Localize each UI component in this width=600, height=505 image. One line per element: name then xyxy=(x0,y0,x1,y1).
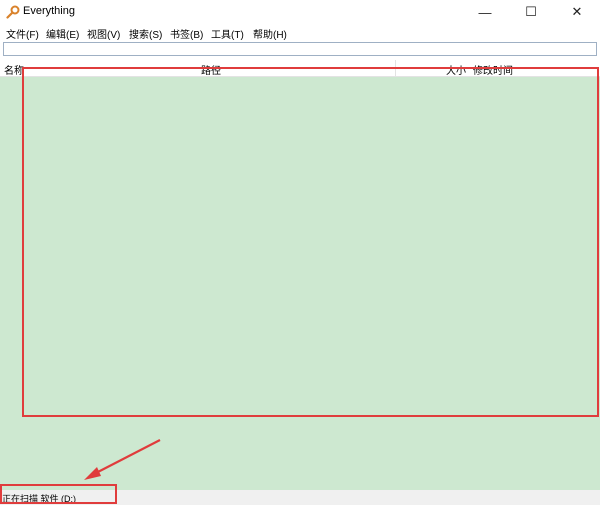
close-icon: ✕ xyxy=(571,4,583,19)
column-header-modified[interactable]: 修改时间 xyxy=(473,62,513,77)
column-header-path[interactable]: 路径 xyxy=(201,62,221,77)
menu-search[interactable]: 搜索(S) xyxy=(129,26,162,41)
search-input[interactable] xyxy=(3,42,597,56)
magnifier-key-icon xyxy=(6,5,20,19)
maximize-icon: ☐ xyxy=(525,4,537,19)
maximize-button[interactable]: ☐ xyxy=(508,0,554,24)
menu-edit[interactable]: 编辑(E) xyxy=(46,26,79,41)
menu-bar: 文件(F) 编辑(E) 视图(V) 搜索(S) 书签(B) 工具(T) 帮助(H… xyxy=(0,24,600,41)
menu-help[interactable]: 帮助(H) xyxy=(253,26,287,41)
column-header-row: 名称 路径 大小 修改时间 xyxy=(0,60,600,77)
minimize-icon: — xyxy=(478,4,492,20)
menu-file[interactable]: 文件(F) xyxy=(6,26,39,41)
status-bar: 正在扫描 软件 (D:) xyxy=(0,490,600,505)
title-bar: Everything — ☐ ✕ xyxy=(0,0,600,24)
column-header-name[interactable]: 名称 xyxy=(4,62,24,77)
menu-tools[interactable]: 工具(T) xyxy=(211,26,244,41)
window-title: Everything xyxy=(23,5,75,17)
column-divider[interactable] xyxy=(395,60,396,76)
status-text: 正在扫描 软件 (D:) xyxy=(2,494,76,504)
column-header-size[interactable]: 大小 xyxy=(446,62,466,77)
close-button[interactable]: ✕ xyxy=(554,0,600,24)
minimize-button[interactable]: — xyxy=(462,0,508,24)
menu-bookmarks[interactable]: 书签(B) xyxy=(170,26,203,41)
results-list[interactable] xyxy=(0,77,600,490)
menu-view[interactable]: 视图(V) xyxy=(87,26,120,41)
